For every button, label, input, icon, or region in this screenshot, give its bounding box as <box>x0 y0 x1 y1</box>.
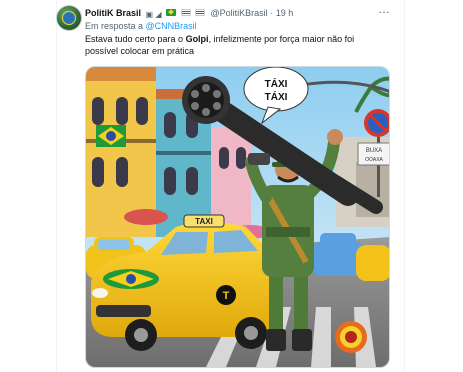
emblem-logo <box>335 321 367 353</box>
author-handle[interactable]: @PolitiKBrasil <box>211 8 268 18</box>
tweet-time[interactable]: 19 h <box>276 8 294 18</box>
tweet-text-start: Estava tudo certo para o <box>85 34 186 44</box>
tweet-text-bold: Golpi <box>185 34 209 44</box>
street-sign-text-2: OOAXA <box>365 157 383 163</box>
more-options-icon[interactable]: … <box>377 3 391 16</box>
israel-flag-icon-2 <box>195 9 206 16</box>
separator-dot: · <box>270 8 274 18</box>
svg-text:T: T <box>223 290 230 302</box>
speech-line-2: TÁXI <box>265 90 288 103</box>
reply-mention-link[interactable]: @CNNBrasil <box>146 21 197 31</box>
taxi-roof-sign: TAXI <box>195 217 213 226</box>
author-badges: ▣ ◢ <box>145 10 162 19</box>
brazil-flag-icon <box>165 9 176 16</box>
globe-icon <box>62 11 76 25</box>
author-name[interactable]: PolitiK Brasil <box>85 8 141 18</box>
reply-prefix: Em resposta a <box>85 21 144 31</box>
brazil-flag-banner <box>96 125 126 147</box>
reply-context: Em resposta a @CNNBrasil <box>85 20 197 32</box>
speech-line-1: TÁXI <box>265 77 288 90</box>
tweet-text: Estava tudo certo para o Golpi, infelizm… <box>85 33 385 57</box>
tweet-image[interactable]: BUXA OOAXA TAXI T TÁXI TÁXI <box>85 66 390 368</box>
street-sign-text-1: BUXA <box>366 148 382 154</box>
author-avatar[interactable] <box>56 5 82 31</box>
tweet-header: PolitiK Brasil ▣ ◢ @PolitiKBrasil · 19 h <box>85 6 393 20</box>
illustration: BUXA OOAXA TAXI T TÁXI TÁXI <box>86 67 389 367</box>
israel-flag-icon <box>180 9 191 16</box>
